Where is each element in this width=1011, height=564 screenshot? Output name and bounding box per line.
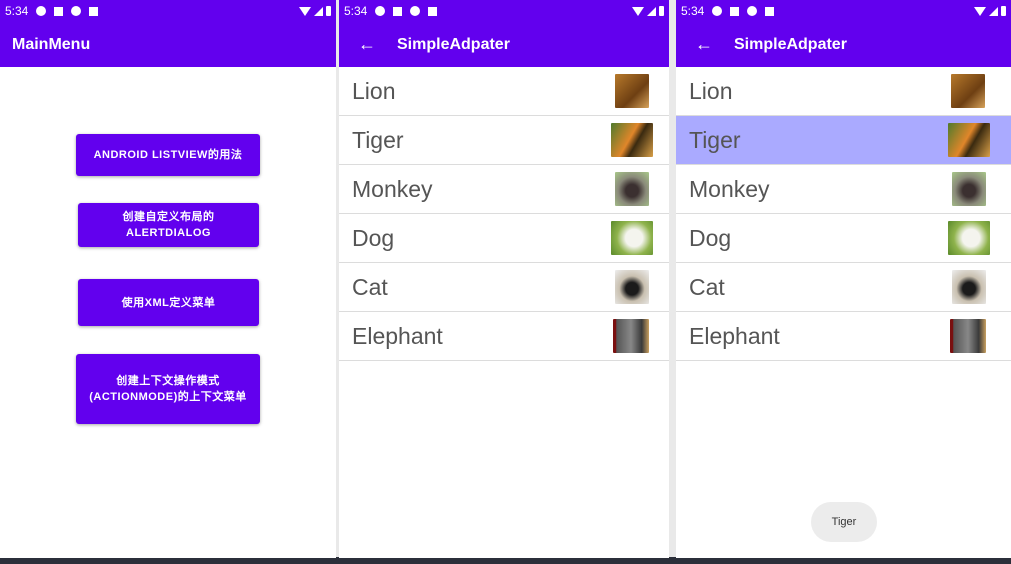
animal-list: Lion Tiger Monkey Dog Cat Elephant xyxy=(676,67,1011,361)
wifi-small-icon xyxy=(747,6,758,16)
notification-icon xyxy=(54,6,64,16)
tiger-thumbnail xyxy=(611,123,653,157)
shield-icon xyxy=(375,6,386,16)
list-item[interactable]: Elephant xyxy=(339,312,669,361)
list-item-selected[interactable]: Tiger xyxy=(676,116,1011,165)
tiger-thumbnail xyxy=(948,123,990,157)
battery-icon xyxy=(1001,6,1006,16)
list-item-label: Cat xyxy=(352,273,388,300)
status-bar: 5:34 xyxy=(676,0,1011,22)
shield-icon xyxy=(36,6,47,16)
list-item-label: Lion xyxy=(689,77,733,104)
list-item-label: Monkey xyxy=(689,175,770,202)
list-item-label: Tiger xyxy=(689,126,741,153)
status-time: 5:34 xyxy=(344,4,368,18)
list-item[interactable]: Tiger xyxy=(339,116,669,165)
phone-screen-main-menu: 5:34 MainMenu ANDROID LISTVIEW的用法 创建自定义布… xyxy=(0,0,336,558)
list-item[interactable]: Lion xyxy=(339,67,669,116)
signal-icon xyxy=(989,6,998,16)
cat-thumbnail xyxy=(952,270,986,304)
status-time: 5:34 xyxy=(681,4,705,18)
list-item-label: Lion xyxy=(352,77,396,104)
app-bar: ← SimpleAdpater xyxy=(676,22,1011,67)
action-mode-context-menu-button[interactable]: 创建上下文操作模式(ACTIONMODE)的上下文菜单 xyxy=(76,354,260,424)
cat-thumbnail xyxy=(615,270,649,304)
wifi-icon xyxy=(974,6,986,16)
sd-card-icon xyxy=(89,6,99,16)
list-item[interactable]: Lion xyxy=(676,67,1011,116)
list-item[interactable]: Dog xyxy=(676,214,1011,263)
list-item[interactable]: Monkey xyxy=(676,165,1011,214)
battery-icon xyxy=(659,6,664,16)
arrow-left-icon[interactable]: ← xyxy=(347,34,387,55)
wifi-icon xyxy=(632,6,644,16)
notification-icon xyxy=(730,6,740,16)
dog-thumbnail xyxy=(611,221,653,255)
toast-message: Tiger xyxy=(811,502,877,542)
animal-list: Lion Tiger Monkey Dog Cat Elephant xyxy=(339,67,669,361)
notification-icon xyxy=(393,6,403,16)
monkey-thumbnail xyxy=(615,172,649,206)
list-item-label: Elephant xyxy=(689,322,780,349)
elephant-thumbnail xyxy=(613,319,649,353)
elephant-thumbnail xyxy=(950,319,986,353)
phone-screen-simple-adapter-selected: 5:34 ← SimpleAdpater Lion Tiger Monkey D… xyxy=(676,0,1011,558)
status-bar: 5:34 xyxy=(339,0,669,22)
list-item[interactable]: Dog xyxy=(339,214,669,263)
signal-icon xyxy=(647,6,656,16)
list-item-label: Monkey xyxy=(352,175,433,202)
list-item-label: Tiger xyxy=(352,126,404,153)
lion-thumbnail xyxy=(951,74,985,108)
desktop-taskbar-strip xyxy=(0,557,1011,564)
sd-card-icon xyxy=(765,6,775,16)
lion-thumbnail xyxy=(615,74,649,108)
list-item-label: Dog xyxy=(689,224,732,251)
page-title: SimpleAdpater xyxy=(397,35,510,53)
arrow-left-icon[interactable]: ← xyxy=(684,34,724,55)
list-item[interactable]: Cat xyxy=(676,263,1011,312)
custom-alertdialog-button[interactable]: 创建自定义布局的ALERTDIALOG xyxy=(78,203,259,247)
list-item[interactable]: Monkey xyxy=(339,165,669,214)
phone-screen-simple-adapter: 5:34 ← SimpleAdpater Lion Tiger Monkey D… xyxy=(339,0,669,558)
sd-card-icon xyxy=(428,6,438,16)
page-title: MainMenu xyxy=(12,35,91,53)
dog-thumbnail xyxy=(948,221,990,255)
page-title: SimpleAdpater xyxy=(734,35,847,53)
status-bar: 5:34 xyxy=(0,0,336,22)
battery-icon xyxy=(326,6,331,16)
shield-icon xyxy=(712,6,723,16)
list-item[interactable]: Cat xyxy=(339,263,669,312)
app-bar: ← SimpleAdpater xyxy=(339,22,669,67)
list-item-label: Elephant xyxy=(352,322,443,349)
list-item-label: Cat xyxy=(689,273,725,300)
list-item[interactable]: Elephant xyxy=(676,312,1011,361)
signal-icon xyxy=(314,6,323,16)
listview-usage-button[interactable]: ANDROID LISTVIEW的用法 xyxy=(76,134,260,176)
xml-menu-button[interactable]: 使用XML定义菜单 xyxy=(78,279,259,326)
list-item-label: Dog xyxy=(352,224,395,251)
status-time: 5:34 xyxy=(5,4,29,18)
wifi-small-icon xyxy=(71,6,82,16)
monkey-thumbnail xyxy=(952,172,986,206)
wifi-small-icon xyxy=(410,6,421,16)
app-bar: MainMenu xyxy=(0,22,336,67)
wifi-icon xyxy=(299,6,311,16)
